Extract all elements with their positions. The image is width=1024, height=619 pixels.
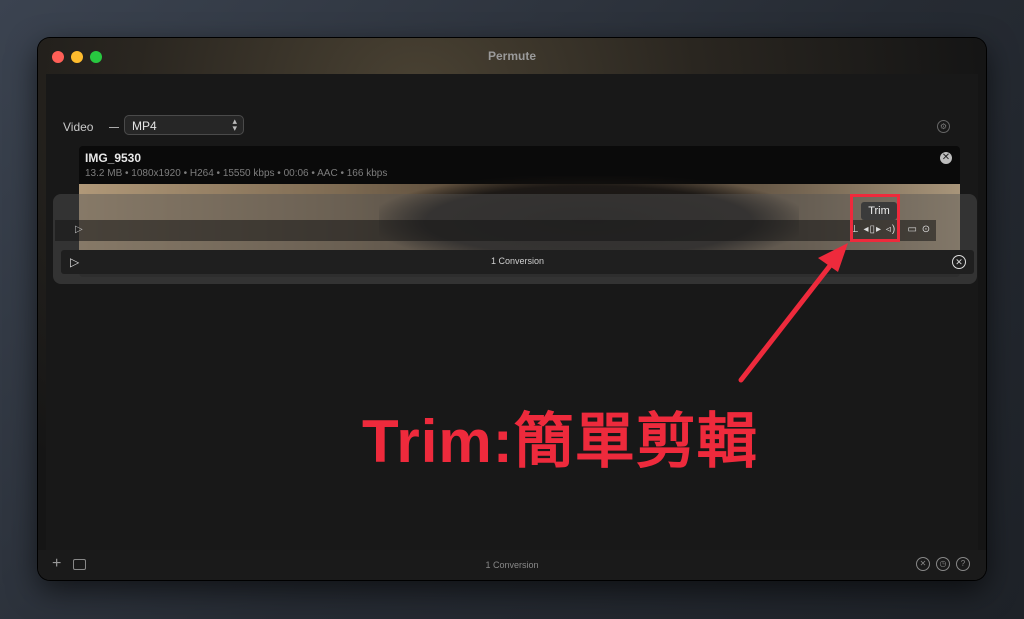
annotation-arrow: [738, 243, 848, 383]
annotation-caption: Trim:簡單剪輯: [362, 408, 758, 475]
